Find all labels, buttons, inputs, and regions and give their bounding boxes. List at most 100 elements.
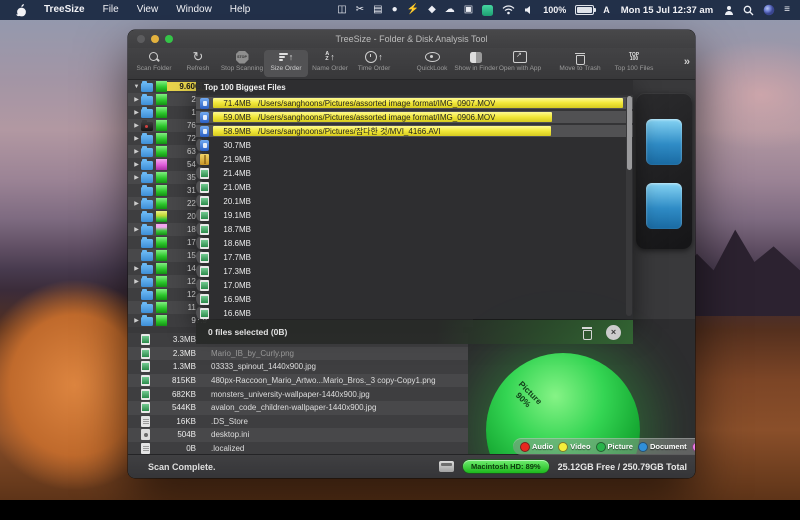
time-order-button[interactable]: ↑ Time Order: [352, 48, 396, 79]
window-content: Picture 90% ▼ 9.60GB ▶ 2.69 ▶: [128, 80, 695, 455]
disclosure-triangle-icon[interactable]: ▶: [132, 226, 141, 233]
disclosure-triangle-icon[interactable]: ▶: [132, 174, 141, 181]
scissors-icon[interactable]: ✂: [356, 5, 364, 15]
popup-scrollbar[interactable]: [626, 96, 632, 316]
file-row[interactable]: 682KB monsters_university-wallpaper-1440…: [128, 387, 468, 401]
disclosure-triangle-icon[interactable]: ▶: [132, 265, 141, 272]
siri-icon[interactable]: [763, 4, 775, 16]
disk-icon: [438, 461, 454, 472]
file-row[interactable]: 544KB avalon_code_children-wallpaper-144…: [128, 400, 468, 415]
show-in-finder-button[interactable]: Show in Finder: [454, 48, 498, 79]
disclosure-triangle-icon[interactable]: ▶: [132, 317, 141, 324]
photos-icon[interactable]: ▣: [464, 5, 473, 15]
close-window-button[interactable]: [137, 35, 145, 43]
file-row[interactable]: 504B desktop.ini: [128, 428, 468, 442]
disclosure-triangle-icon[interactable]: ▶: [132, 122, 141, 129]
menu-view[interactable]: View: [128, 0, 168, 20]
spotlight-icon[interactable]: [743, 5, 754, 16]
disclosure-triangle-icon[interactable]: ▶: [132, 109, 141, 116]
title-bar[interactable]: TreeSize - Folder & Disk Analysis Tool: [128, 30, 695, 48]
size-order-icon: [278, 53, 288, 61]
top-100-icon: TOP 100: [628, 51, 640, 62]
cloud-icon[interactable]: ☁: [445, 5, 455, 15]
wifi-icon[interactable]: [502, 5, 515, 15]
close-toast-button[interactable]: ×: [606, 324, 621, 340]
toolbar-overflow-chevron[interactable]: »: [684, 56, 690, 68]
top-100-row[interactable]: 16.6MB /Users/sanghoons/Pictures/5k wall…: [196, 305, 251, 319]
input-source-icon[interactable]: A: [603, 5, 610, 15]
delete-selection-icon[interactable]: [582, 326, 592, 340]
file-list: 3.3MB 2.3MB Mario_IB_by_Curly.png 1.3MB …: [128, 333, 468, 455]
menu-treesize[interactable]: TreeSize: [35, 0, 94, 20]
zoom-window-button[interactable]: [165, 35, 173, 43]
minimize-window-button[interactable]: [151, 35, 159, 43]
window-manager-icon[interactable]: ◫: [337, 5, 346, 15]
top-100-row[interactable]: 21.4MB /Users/sanghoons/Pictures/ScreenS…: [196, 165, 251, 179]
top-100-row[interactable]: 17.3MB /Users/sanghoons/Pictures/5k wall…: [196, 263, 251, 277]
file-row[interactable]: 2.3MB Mario_IB_by_Curly.png: [128, 346, 468, 361]
top-100-files-button[interactable]: TOP 100 Top 100 Files: [612, 48, 656, 79]
top-100-row[interactable]: 16.9MB /Users/sanghoons/Pictures/5k wall…: [196, 291, 251, 305]
file-size: 19.1MB: [223, 210, 251, 220]
apple-menu-icon[interactable]: [16, 3, 27, 17]
open-with-app-button[interactable]: Open with App: [498, 48, 542, 79]
folder-icon: [141, 288, 153, 300]
disclosure-triangle-icon[interactable]: ▶: [132, 148, 141, 155]
usage-bar-chip: [156, 107, 167, 118]
menu-file[interactable]: File: [94, 0, 128, 20]
quicklook-button[interactable]: QuickLook: [410, 48, 454, 79]
printer-icon[interactable]: ▤: [373, 5, 382, 15]
top-100-row[interactable]: 21.0MB /Users/sanghoons/Pictures/Wallpap…: [196, 179, 251, 193]
meeting-icon[interactable]: ●: [392, 5, 398, 15]
file-row[interactable]: 1.3MB 03333_spinout_1440x900.jpg: [128, 360, 468, 374]
menu-bar-clock[interactable]: Mon 15 Jul 12:37 am: [619, 5, 715, 16]
top-100-row[interactable]: 17.0MB /Users/sanghoons/Pictures/5k wall…: [196, 277, 251, 291]
refresh-button[interactable]: ↻ Refresh: [176, 48, 220, 79]
file-path: /Users/sanghoons/Pictures/Wallpapers/22/…: [251, 183, 258, 192]
disclosure-triangle-icon[interactable]: ▶: [132, 96, 141, 103]
disclosure-triangle-icon[interactable]: ▶: [132, 161, 141, 168]
top-100-row[interactable]: 20.1MB /Users/sanghoons/Pictures/ScreenS…: [196, 193, 251, 207]
disclosure-triangle-icon[interactable]: ▶: [132, 135, 141, 142]
move-to-trash-button[interactable]: Move to Trash: [558, 48, 602, 79]
bolt-icon[interactable]: ⚡: [407, 5, 419, 15]
file-type-icon: [141, 402, 150, 414]
top-100-row[interactable]: 71.4MB /Users/sanghoons/Pictures/assorte…: [196, 95, 633, 109]
name-order-button[interactable]: A Z ↑ Name Order: [308, 48, 352, 79]
disclosure-triangle-icon[interactable]: ▶: [132, 200, 141, 207]
file-type-icon: [200, 181, 209, 193]
menu-help[interactable]: Help: [221, 0, 260, 20]
file-row[interactable]: 815KB 480px-Raccoon_Mario_Artwo...Mario_…: [128, 373, 468, 388]
top-100-row[interactable]: 21.9MB /Users/sanghoons/Pictures/잡다한 것/아…: [196, 151, 251, 165]
menu-bar-left: TreeSize File View Window Help: [0, 0, 259, 20]
disclosure-triangle-icon[interactable]: ▼: [132, 84, 141, 90]
legend-label: Video: [570, 442, 591, 451]
green-app-icon[interactable]: [482, 4, 494, 16]
file-type-icon: [141, 388, 150, 400]
top-100-row[interactable]: 59.0MB /Users/sanghoons/Pictures/assorte…: [196, 109, 633, 123]
menu-window[interactable]: Window: [167, 0, 221, 20]
top-100-row[interactable]: 18.7MB /Users/sanghoons/Pictures/5k wall…: [196, 221, 251, 235]
top-100-row[interactable]: 30.7MB /Users/sanghoons/Pictures/images/…: [196, 137, 251, 151]
top-100-row[interactable]: 18.6MB /Users/sanghoons/Pictures/Wallpap…: [196, 235, 251, 249]
top-100-row[interactable]: 19.1MB /Users/sanghoons/Pictures/ScreenS…: [196, 207, 251, 221]
folder-icon: [141, 171, 153, 183]
size-order-button[interactable]: ↑ Size Order: [264, 50, 308, 77]
file-size: 16.9MB: [223, 294, 251, 304]
top-100-popup: Top 100 Biggest Files 71.4MB /Users/sang…: [196, 80, 633, 319]
file-row[interactable]: 16KB .DS_Store: [128, 414, 468, 429]
volume-icon[interactable]: [524, 5, 534, 15]
user-icon[interactable]: [724, 5, 734, 15]
scan-folder-button[interactable]: Scan Folder: [132, 48, 176, 79]
notification-center-icon[interactable]: ≡: [784, 5, 790, 15]
file-row[interactable]: 0B .localized: [128, 441, 468, 455]
drive-graphic: [636, 93, 692, 249]
battery-icon[interactable]: [575, 5, 597, 15]
top-100-row[interactable]: 58.9MB /Users/sanghoons/Pictures/잡다한 것/M…: [196, 123, 633, 137]
legend-label: Audio: [532, 442, 554, 451]
disclosure-triangle-icon[interactable]: ▶: [132, 278, 141, 285]
stop-scanning-button[interactable]: STOP Stop Scanning: [220, 48, 264, 79]
scrollbar-thumb[interactable]: [626, 96, 632, 170]
dropbox-icon[interactable]: ◆: [428, 5, 436, 15]
top-100-row[interactable]: 17.7MB /Users/sanghoons/Pictures/5k wall…: [196, 249, 251, 263]
